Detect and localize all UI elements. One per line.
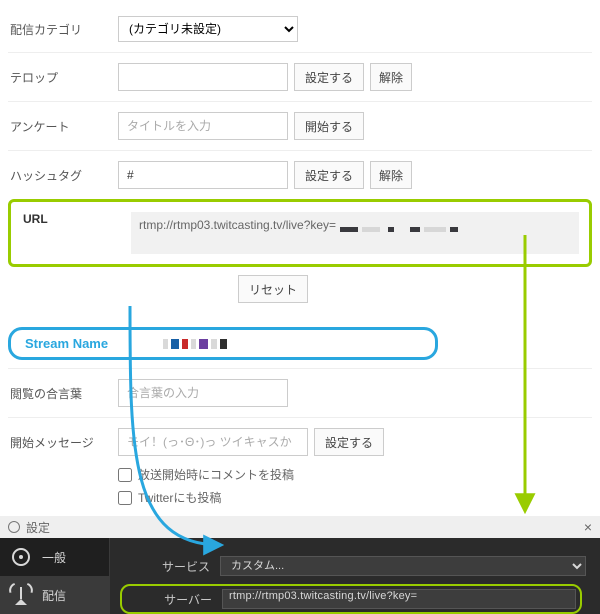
row-survey: アンケート 開始する (8, 101, 592, 150)
cb-post-twitter[interactable] (118, 491, 132, 505)
label-telop: テロップ (8, 69, 118, 86)
survey-title-input[interactable] (118, 112, 288, 140)
obs-row-server: サーバー rtmp://rtmp03.twitcasting.tv/live?k… (124, 584, 586, 614)
url-value: rtmp://rtmp03.twitcasting.tv/live?key= (131, 212, 579, 254)
row-hashtag: ハッシュタグ 設定する 解除 (8, 150, 592, 199)
reset-button[interactable]: リセット (238, 275, 308, 303)
survey-start-button[interactable]: 開始する (294, 112, 364, 140)
row-startmsg: 開始メッセージ 設定する (8, 417, 592, 466)
cb-post-comment-label: 放送開始時にコメントを投稿 (138, 466, 294, 483)
telop-clear-button[interactable]: 解除 (370, 63, 412, 91)
row-passphrase: 閲覧の合言葉 (8, 368, 592, 417)
obs-settings-window: 設定 × 一般 配信 出力 サービス (0, 516, 600, 614)
hashtag-input[interactable] (118, 161, 288, 189)
close-icon[interactable]: × (584, 519, 592, 535)
category-select[interactable]: (カテゴリ未設定) (118, 16, 298, 42)
cb-post-comment-line[interactable]: 放送開始時にコメントを投稿 (118, 466, 294, 483)
obs-service-select[interactable]: カスタム... (220, 556, 586, 576)
gear-icon (10, 546, 32, 568)
obs-sidebar: 一般 配信 出力 (0, 538, 110, 614)
hashtag-clear-button[interactable]: 解除 (370, 161, 412, 189)
antenna-icon (10, 584, 32, 606)
cb-post-twitter-line[interactable]: Twitterにも投稿 (118, 489, 294, 506)
sidebar-label-stream: 配信 (42, 587, 66, 604)
url-text: rtmp://rtmp03.twitcasting.tv/live?key= (139, 218, 336, 232)
cb-post-twitter-label: Twitterにも投稿 (138, 489, 221, 506)
hashtag-set-button[interactable]: 設定する (294, 161, 364, 189)
startmsg-set-button[interactable]: 設定する (314, 428, 384, 456)
obs-server-value: rtmp://rtmp03.twitcasting.tv/live?key= (229, 590, 417, 602)
startmsg-input[interactable] (118, 428, 308, 456)
cb-post-comment[interactable] (118, 468, 132, 482)
sidebar-label-general: 一般 (42, 549, 66, 566)
obs-titlebar: 設定 × (0, 516, 600, 538)
web-settings-panel: 配信カテゴリ (カテゴリ未設定) テロップ 設定する 解除 アンケート 開始する… (0, 0, 600, 516)
obs-row-service: サービス カスタム... (124, 556, 586, 576)
sidebar-item-general[interactable]: 一般 (0, 538, 109, 576)
obs-logo-icon (8, 521, 20, 533)
obs-server-highlight: サーバー rtmp://rtmp03.twitcasting.tv/live?k… (120, 584, 582, 614)
label-survey: アンケート (8, 118, 118, 135)
row-checkboxes: 放送開始時にコメントを投稿 Twitterにも投稿 (8, 466, 592, 516)
label-url: URL (21, 212, 131, 226)
obs-form: サービス カスタム... サーバー rtmp://rtmp03.twitcast… (110, 538, 600, 614)
label-passphrase: 閲覧の合言葉 (8, 385, 118, 402)
row-category: 配信カテゴリ (カテゴリ未設定) (8, 6, 592, 52)
label-startmsg: 開始メッセージ (8, 434, 118, 451)
obs-label-service: サービス (124, 558, 210, 575)
label-category: 配信カテゴリ (8, 21, 118, 38)
sidebar-item-stream[interactable]: 配信 (0, 576, 109, 614)
obs-label-server: サーバー (126, 591, 212, 608)
url-highlight-box: URL rtmp://rtmp03.twitcasting.tv/live?ke… (8, 199, 592, 267)
telop-input[interactable] (118, 63, 288, 91)
obs-server-input[interactable]: rtmp://rtmp03.twitcasting.tv/live?key= (222, 589, 576, 609)
label-stream-name: Stream Name (23, 336, 163, 351)
passphrase-input[interactable] (118, 379, 288, 407)
row-reset: リセット (8, 267, 592, 313)
stream-name-highlight-box: Stream Name (8, 327, 438, 360)
row-telop: テロップ 設定する 解除 (8, 52, 592, 101)
label-hashtag: ハッシュタグ (8, 167, 118, 184)
telop-set-button[interactable]: 設定する (294, 63, 364, 91)
obs-window-title: 設定 (26, 519, 50, 536)
stream-name-value (163, 339, 227, 349)
